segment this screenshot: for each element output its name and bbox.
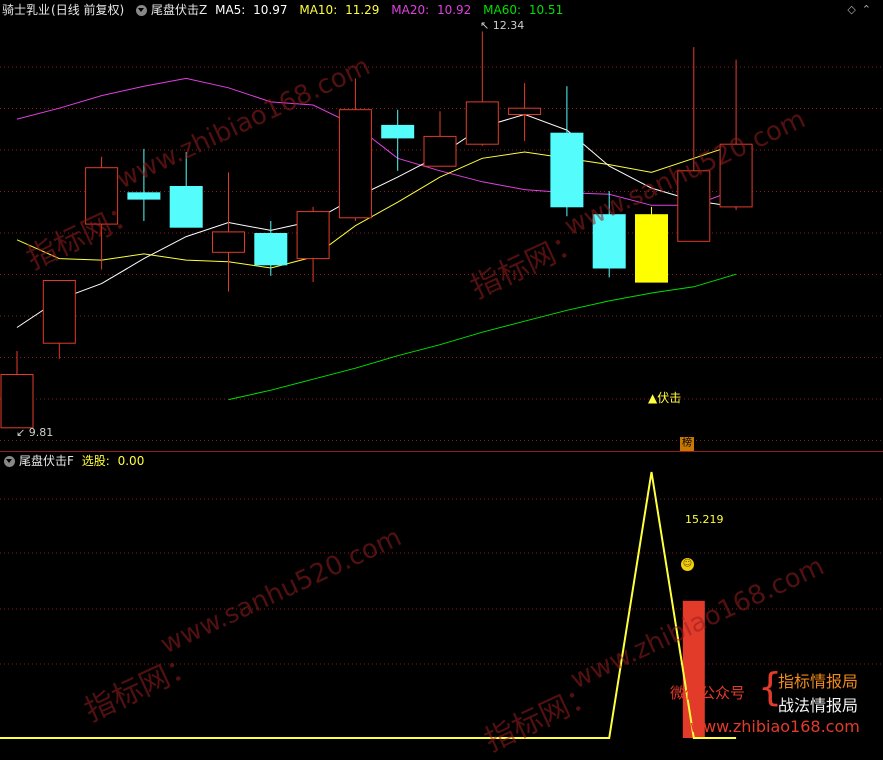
kline-chart[interactable] [0, 0, 883, 743]
sub-value-label: 15.219 [685, 513, 724, 526]
promo-line2: 战法情报局 [778, 696, 859, 715]
ma-lines [16, 77, 737, 401]
low-price-marker: ↙ 9.81 [16, 426, 54, 439]
candle-body [169, 186, 203, 228]
candle-body [381, 124, 415, 139]
candle-body [0, 374, 34, 429]
candle-body [127, 192, 161, 200]
high-price-marker: ↖ 12.34 [480, 19, 525, 32]
candle-body [296, 211, 330, 260]
candle-body [465, 101, 499, 145]
candle-body [42, 280, 76, 344]
candle-body [338, 109, 372, 219]
promo-line1: 指标情报局 [778, 672, 859, 691]
wechat-label: 微信公众号 [670, 684, 746, 702]
smiley-icon: ☺ [681, 558, 694, 571]
signal-label: ▲伏击 [648, 391, 682, 405]
candle-body [254, 233, 288, 266]
candle-body [508, 107, 542, 115]
candle-body [635, 214, 668, 283]
promo-url: www.zhibiao168.com [690, 717, 860, 736]
candle-body [212, 231, 245, 253]
candle-body [423, 135, 457, 167]
list-badge[interactable]: 榜 [680, 437, 694, 451]
candle-body [550, 132, 584, 208]
